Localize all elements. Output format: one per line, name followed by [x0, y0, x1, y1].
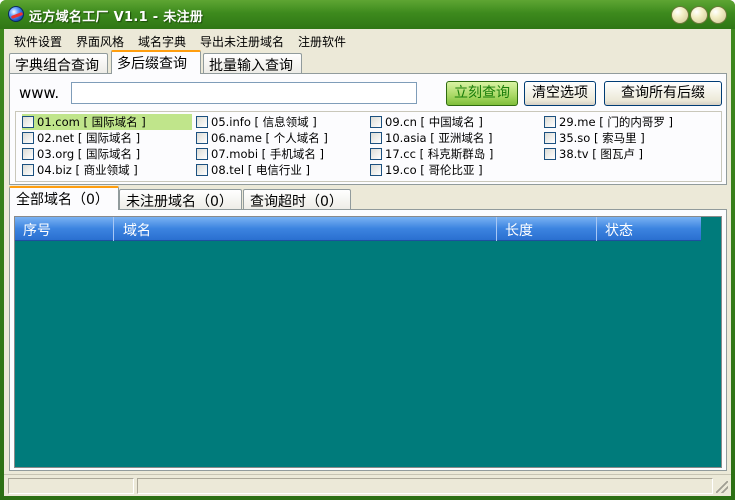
- checkbox[interactable]: [22, 148, 34, 160]
- checkbox[interactable]: [370, 116, 382, 128]
- close-button[interactable]: [709, 6, 727, 24]
- status-bar: [4, 474, 731, 496]
- checkbox[interactable]: [370, 132, 382, 144]
- multi-suffix-panel: www. 立刻查询 清空选项 查询所有后缀 01.com [ 国际域名 ] 02…: [9, 73, 727, 185]
- suffix-so[interactable]: 35.so [ 索马里 ]: [544, 130, 649, 146]
- suffix-options: 01.com [ 国际域名 ] 02.net [ 国际域名 ] 03.org […: [15, 111, 722, 182]
- title-bar[interactable]: 远方域名工厂 V1.1 - 未注册: [0, 0, 735, 29]
- resize-grip-icon[interactable]: [716, 481, 728, 493]
- suffix-tel[interactable]: 08.tel [ 电信行业 ]: [196, 162, 314, 178]
- checkbox[interactable]: [370, 148, 382, 160]
- column-header-length[interactable]: 长度: [505, 220, 533, 240]
- checkbox[interactable]: [22, 132, 34, 144]
- suffix-mobi[interactable]: 07.mobi [ 手机域名 ]: [196, 146, 328, 162]
- checkbox[interactable]: [544, 148, 556, 160]
- suffix-me[interactable]: 29.me [ 门的内哥罗 ]: [544, 114, 677, 130]
- www-prefix-label: www.: [19, 84, 60, 102]
- checkbox[interactable]: [196, 148, 208, 160]
- checkbox[interactable]: [22, 116, 34, 128]
- results-table[interactable]: 序号 域名 长度 状态: [14, 216, 722, 468]
- tab-all-domains[interactable]: 全部域名（0）: [9, 186, 119, 210]
- window-title: 远方域名工厂 V1.1 - 未注册: [29, 10, 204, 25]
- results-panel: 序号 域名 长度 状态: [9, 209, 727, 471]
- checkbox[interactable]: [544, 132, 556, 144]
- tab-unregistered-domains[interactable]: 未注册域名（0）: [119, 189, 242, 211]
- status-pane-right: [137, 478, 713, 494]
- menu-export-unregistered[interactable]: 导出未注册域名: [200, 33, 284, 50]
- query-now-button[interactable]: 立刻查询: [446, 81, 518, 106]
- suffix-co[interactable]: 19.co [ 哥伦比亚 ]: [370, 162, 487, 178]
- suffix-cc[interactable]: 17.cc [ 科克斯群岛 ]: [370, 146, 497, 162]
- menu-software-settings[interactable]: 软件设置: [14, 33, 62, 50]
- maximize-button[interactable]: [690, 6, 708, 24]
- suffix-asia[interactable]: 10.asia [ 亚洲域名 ]: [370, 130, 497, 146]
- table-header: 序号 域名 长度 状态: [15, 217, 701, 241]
- menu-interface-style[interactable]: 界面风格: [76, 33, 124, 50]
- suffix-net[interactable]: 02.net [ 国际域名 ]: [22, 130, 144, 146]
- checkbox[interactable]: [370, 164, 382, 176]
- suffix-tv[interactable]: 38.tv [ 图瓦卢 ]: [544, 146, 647, 162]
- minimize-button[interactable]: [671, 6, 689, 24]
- checkbox[interactable]: [196, 116, 208, 128]
- client-area: 软件设置 界面风格 域名字典 导出未注册域名 注册软件 字典组合查询 多后缀查询…: [4, 29, 731, 496]
- app-globe-icon[interactable]: [8, 6, 24, 22]
- checkbox[interactable]: [22, 164, 34, 176]
- suffix-com[interactable]: 01.com [ 国际域名 ]: [22, 114, 192, 130]
- app-window: 远方域名工厂 V1.1 - 未注册 软件设置 界面风格 域名字典 导出未注册域名…: [0, 0, 735, 500]
- tab-dictionary-combo-query[interactable]: 字典组合查询: [9, 53, 108, 74]
- checkbox[interactable]: [544, 116, 556, 128]
- menu-bar: 软件设置 界面风格 域名字典 导出未注册域名 注册软件: [4, 29, 731, 49]
- suffix-org[interactable]: 03.org [ 国际域名 ]: [22, 146, 144, 162]
- column-header-status[interactable]: 状态: [605, 220, 633, 240]
- tab-query-timeout[interactable]: 查询超时（0）: [243, 189, 351, 211]
- clear-options-button[interactable]: 清空选项: [524, 81, 596, 106]
- tab-batch-input-query[interactable]: 批量输入查询: [203, 53, 302, 74]
- suffix-name[interactable]: 06.name [ 个人域名 ]: [196, 130, 332, 146]
- column-header-domain[interactable]: 域名: [123, 220, 151, 240]
- suffix-info[interactable]: 05.info [ 信息领域 ]: [196, 114, 321, 130]
- checkbox[interactable]: [196, 132, 208, 144]
- suffix-biz[interactable]: 04.biz [ 商业领域 ]: [22, 162, 142, 178]
- menu-register-software[interactable]: 注册软件: [298, 33, 346, 50]
- status-pane-left: [8, 478, 134, 494]
- menu-domain-dictionary[interactable]: 域名字典: [138, 33, 186, 50]
- query-all-suffixes-button[interactable]: 查询所有后缀: [604, 81, 722, 106]
- tab-multi-suffix-query[interactable]: 多后缀查询: [111, 50, 201, 74]
- domain-input[interactable]: [71, 82, 417, 104]
- checkbox[interactable]: [196, 164, 208, 176]
- suffix-cn[interactable]: 09.cn [ 中国域名 ]: [370, 114, 487, 130]
- column-header-index[interactable]: 序号: [23, 220, 51, 240]
